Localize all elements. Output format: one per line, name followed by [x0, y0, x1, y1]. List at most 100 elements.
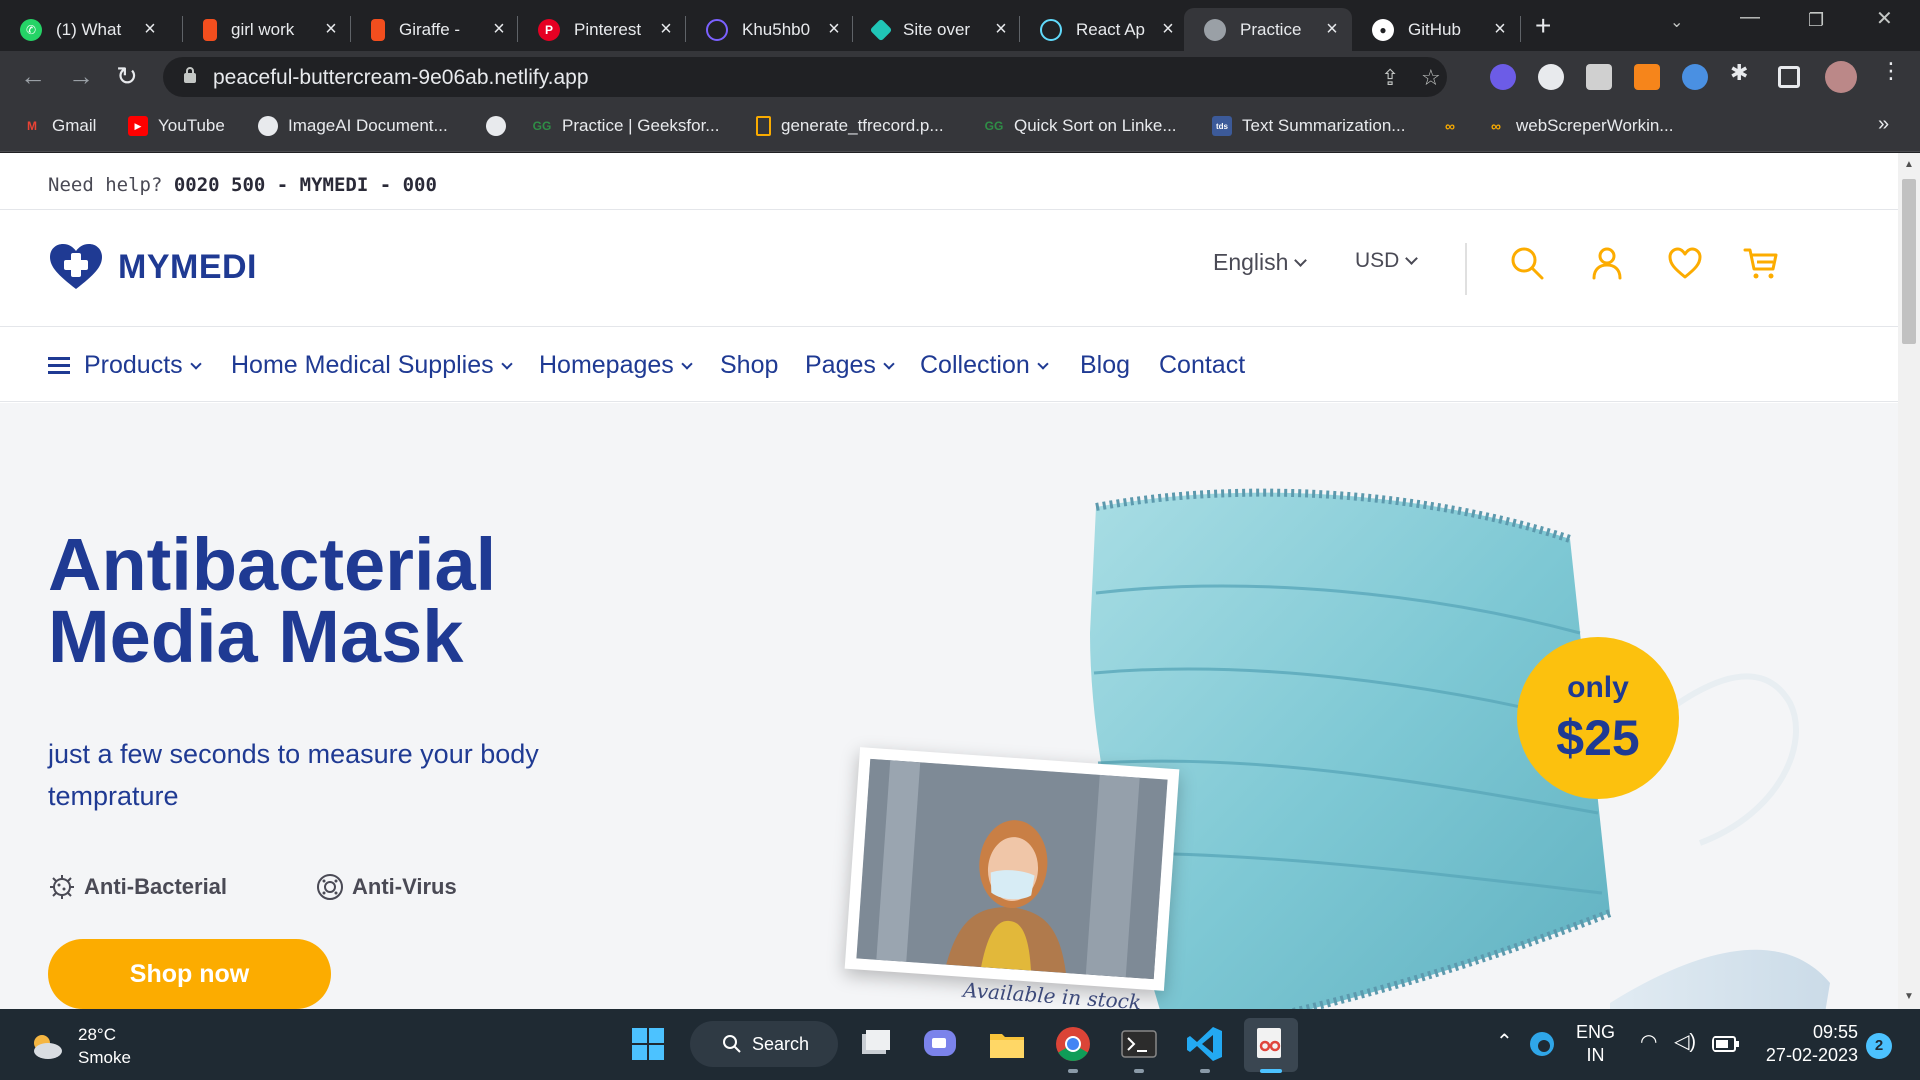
extension-icon[interactable] [1490, 64, 1516, 90]
extensions-puzzle-icon[interactable]: ✱ [1730, 60, 1756, 86]
teams-chat-icon[interactable] [920, 1024, 960, 1064]
close-icon[interactable]: × [485, 18, 513, 41]
help-phone[interactable]: 0020 500 - MYMEDI - 000 [174, 174, 437, 196]
help-label: Need help? [48, 174, 163, 196]
vscode-icon[interactable] [1185, 1024, 1225, 1064]
close-icon[interactable]: × [987, 18, 1015, 41]
avatar[interactable] [1825, 61, 1857, 93]
forward-arrow-icon[interactable]: → [68, 61, 94, 92]
weather-widget[interactable]: 28°C Smoke [28, 1023, 131, 1069]
search-icon[interactable] [1509, 245, 1545, 281]
tab-giraffe[interactable]: Giraffe - × [351, 8, 519, 51]
tab-label: Pinterest [574, 19, 642, 39]
windows-start-icon[interactable] [628, 1024, 668, 1064]
tab-site-overview[interactable]: Site over × [853, 8, 1021, 51]
close-icon[interactable]: × [1318, 18, 1346, 41]
tab-pinterest[interactable]: P Pinterest × [518, 8, 686, 51]
tab-label: Giraffe - [399, 19, 461, 39]
close-window-button[interactable]: ✕ [1876, 6, 1893, 31]
language-indicator[interactable]: ENG IN [1576, 1021, 1615, 1067]
nav-pages[interactable]: Pages [805, 351, 895, 380]
bookmark-youtube[interactable]: ▶ YouTube [128, 116, 225, 136]
logo-text: MYMEDI [118, 247, 257, 286]
price-badge-value: $25 [1556, 710, 1640, 766]
bookmark-webscreper[interactable]: ∞ webScreperWorkin... [1486, 116, 1673, 136]
close-icon[interactable]: × [1486, 18, 1514, 41]
tab-github[interactable]: ● GitHub × [1352, 8, 1520, 51]
web-icon [706, 18, 728, 41]
side-panel-icon[interactable] [1778, 66, 1800, 88]
shop-now-button[interactable]: Shop now [48, 939, 331, 1009]
bookmark-codeanywhere[interactable]: ∞ [1440, 116, 1470, 136]
share-icon[interactable]: ⇪ [1381, 65, 1399, 91]
page-scrollbar[interactable]: ▲ ▼ [1898, 153, 1920, 1009]
taskbar-search-button[interactable]: Search [690, 1021, 838, 1067]
metamask-icon[interactable] [1634, 64, 1660, 90]
close-icon[interactable]: × [820, 18, 848, 41]
task-view-icon[interactable] [856, 1024, 896, 1064]
bookmark-imageai[interactable]: ImageAI Document... [258, 116, 448, 136]
file-explorer-icon[interactable] [987, 1024, 1027, 1064]
restore-button[interactable]: ❐ [1808, 10, 1824, 31]
clock[interactable]: 09:55 27-02-2023 [1758, 1021, 1858, 1067]
scroll-up-icon[interactable]: ▲ [1904, 159, 1914, 170]
edge-icon[interactable] [1527, 1029, 1557, 1059]
tab-react-app[interactable]: React Ap × [1020, 8, 1188, 51]
scrollbar-thumb[interactable] [1902, 179, 1916, 344]
feature-anti-virus: Anti-Virus [316, 873, 457, 901]
notification-badge[interactable]: 2 [1866, 1033, 1892, 1059]
nav-blog[interactable]: Blog [1080, 351, 1130, 380]
close-icon[interactable]: × [136, 18, 164, 41]
bookmark-globe[interactable] [486, 116, 516, 136]
close-icon[interactable]: × [652, 18, 680, 41]
nav-home-medical-supplies[interactable]: Home Medical Supplies [231, 351, 513, 380]
bookmark-gmail[interactable]: M Gmail [22, 116, 96, 136]
globe-icon [486, 116, 506, 136]
cart-icon[interactable] [1743, 245, 1779, 281]
wifi-icon[interactable]: ◠ [1640, 1031, 1657, 1054]
tab-search-icon[interactable]: ⌄ [1670, 12, 1683, 32]
volume-icon[interactable]: ◁) [1674, 1031, 1696, 1054]
menu-kebab-icon[interactable]: ⋮ [1880, 58, 1906, 84]
bookmark-star-icon[interactable]: ☆ [1421, 65, 1441, 91]
tab-khushbo[interactable]: Khu5hb0 × [686, 8, 854, 51]
site-logo[interactable]: MYMEDI [48, 243, 257, 291]
nav-collection[interactable]: Collection [920, 351, 1049, 380]
currency-selector[interactable]: USD [1355, 249, 1419, 273]
tray-overflow-chevron-icon[interactable]: ⌃ [1496, 1031, 1513, 1054]
new-tab-button[interactable]: + [1535, 10, 1551, 42]
page-viewport: Need help? 0020 500 - MYMEDI - 000 MYMED… [0, 153, 1920, 1009]
terminal-icon[interactable] [1119, 1024, 1159, 1064]
scroll-down-icon[interactable]: ▼ [1904, 991, 1914, 1002]
close-icon[interactable]: × [1154, 18, 1182, 41]
nav-homepages[interactable]: Homepages [539, 351, 693, 380]
bookmark-text-summarization[interactable]: tds Text Summarization... [1212, 116, 1405, 136]
heart-icon[interactable] [1667, 245, 1703, 281]
more-bookmarks-button[interactable]: » [1878, 113, 1889, 136]
extension-icon[interactable] [1682, 64, 1708, 90]
tab-girl-work[interactable]: girl work × [183, 8, 351, 51]
nav-products[interactable]: Products [48, 351, 202, 380]
address-bar[interactable]: peaceful-buttercream-9e06ab.netlify.app … [163, 57, 1447, 97]
reload-icon[interactable]: ↻ [116, 61, 138, 92]
nav-shop[interactable]: Shop [720, 351, 778, 380]
whatsapp-icon: ✆ [20, 18, 42, 41]
battery-icon[interactable] [1712, 1035, 1740, 1053]
snipping-tool-icon[interactable] [1251, 1024, 1291, 1064]
minimize-button[interactable]: — [1740, 6, 1760, 29]
bookmark-practice-geeks[interactable]: GG Practice | Geeksfor... [532, 116, 720, 136]
chrome-icon[interactable] [1053, 1024, 1093, 1064]
language-selector[interactable]: English [1213, 249, 1308, 276]
tab-whatsapp[interactable]: ✆ (1) What × [0, 8, 170, 51]
bacteria-icon [50, 875, 74, 899]
extension-icon[interactable] [1538, 64, 1564, 90]
extension-icon[interactable] [1586, 64, 1612, 90]
close-icon[interactable]: × [317, 18, 345, 41]
tab-label: Practice [1240, 19, 1302, 39]
nav-contact[interactable]: Contact [1159, 351, 1245, 380]
tab-practice[interactable]: Practice × [1184, 8, 1352, 51]
bookmark-quick-sort[interactable]: GG Quick Sort on Linke... [984, 116, 1177, 136]
user-icon[interactable] [1589, 245, 1625, 281]
bookmark-generate-tfrecord[interactable]: generate_tfrecord.p... [756, 116, 944, 136]
back-arrow-icon[interactable]: ← [20, 61, 46, 92]
